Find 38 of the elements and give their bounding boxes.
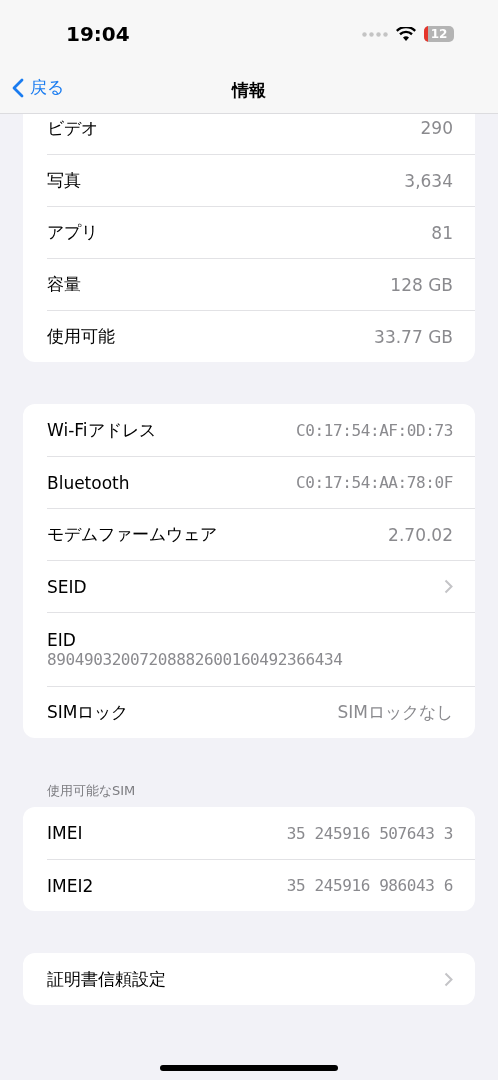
row-label: アプリ — [47, 221, 98, 244]
status-time: 19:04 — [66, 22, 130, 46]
row-value: 2.70.02 — [388, 524, 453, 545]
row-label: ビデオ — [47, 116, 98, 140]
row-label: 使用可能 — [47, 325, 115, 348]
row-value: 81 — [431, 222, 453, 243]
signal-dots-icon — [362, 31, 388, 37]
row-label: SIMロック — [47, 701, 129, 724]
chevron-icon — [444, 579, 453, 594]
row-value: 128 GB — [390, 274, 453, 295]
screen-title: 情報 — [232, 79, 266, 102]
row-label: 証明書信頼設定 — [47, 967, 166, 991]
chevron-icon — [444, 971, 453, 987]
row-label: EID — [47, 630, 77, 650]
row-value: 3,634 — [404, 170, 453, 191]
row-value: SIMロックなし — [337, 701, 453, 724]
battery-icon: 12 — [424, 26, 454, 42]
list-row[interactable]: 証明書信頼設定 — [47, 953, 475, 1005]
row-value: 35 245916 986043 6 — [286, 876, 453, 895]
row-label: Wi-Fiアドレス — [47, 418, 156, 442]
row-value: 89049032007208882600160492366434 — [47, 650, 344, 669]
list-row[interactable]: SEID — [47, 560, 475, 612]
row-label: モデムファームウェア — [47, 523, 217, 546]
row-label: 写真 — [47, 169, 81, 192]
row-value: C0:17:54:AA:78:0F — [296, 473, 453, 492]
row-label: IMEI2 — [47, 875, 94, 896]
row-label: IMEI — [47, 823, 83, 843]
section-header: 使用可能なSIM — [47, 782, 137, 800]
back-button[interactable]: 戻る — [12, 76, 64, 99]
row-value: 33.77 GB — [374, 326, 453, 347]
row-label: Bluetooth — [47, 472, 130, 493]
row-label: 容量 — [47, 273, 81, 296]
back-chevron-icon — [12, 77, 24, 98]
wifi-icon — [396, 26, 416, 42]
row-value: 290 — [420, 118, 453, 138]
row-label: SEID — [47, 576, 87, 597]
row-value: C0:17:54:AF:0D:73 — [296, 420, 453, 440]
row-value: 35 245916 507643 3 — [286, 823, 453, 843]
